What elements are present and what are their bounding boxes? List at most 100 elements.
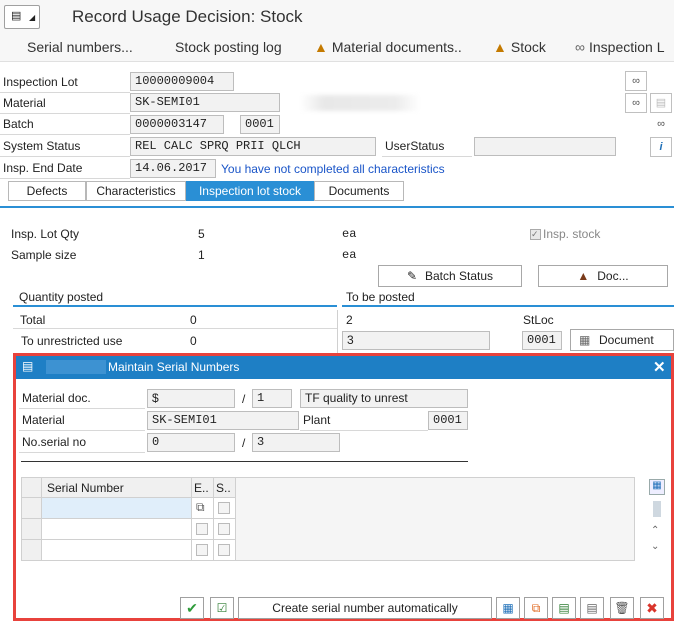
row-selector[interactable] <box>22 519 42 540</box>
separator-slash: / <box>242 436 246 450</box>
display-material-icon[interactable]: ∞ <box>625 93 647 113</box>
unrestricted-label: To unrestricted use <box>21 334 123 348</box>
glasses-icon: ∞ <box>575 39 585 55</box>
column-settings-icon[interactable]: ▦ <box>649 479 665 495</box>
hat-icon: ▲ <box>577 269 590 283</box>
scroll-down-icon[interactable]: ⌄ <box>651 541 659 552</box>
dialog-header: ▤ Maintain Serial Numbers ✕ <box>16 356 671 379</box>
divider <box>13 305 337 307</box>
inspection-lot-field[interactable]: 10000009004 <box>130 72 234 91</box>
document-button[interactable]: ▦ Document <box>570 329 674 351</box>
dialog-title: Maintain Serial Numbers <box>108 360 240 374</box>
checkbox[interactable] <box>196 544 208 556</box>
material-doc-desc-field: TF quality to unrest <box>300 389 468 408</box>
quantity-posted-heading: Quantity posted <box>19 290 104 304</box>
batch-status-button[interactable]: ✎ Batch Status <box>378 265 522 287</box>
dropdown-icon: ◢ <box>29 13 36 22</box>
copy-icon[interactable]: ⧉ <box>196 500 205 515</box>
divider <box>21 461 468 462</box>
stock-posting-log-button[interactable]: Stock posting log <box>175 39 282 55</box>
batch-label: Batch <box>0 114 130 135</box>
menu-button[interactable]: ▤ ◢ <box>4 5 40 29</box>
doc-button[interactable]: ▲ Doc... <box>538 265 668 287</box>
serial-number-input[interactable] <box>42 540 192 561</box>
divider <box>337 310 338 354</box>
stock-button[interactable]: ▲ Stock <box>493 39 546 55</box>
serial-number-input[interactable] <box>42 498 192 519</box>
scroll-thumb[interactable] <box>653 501 661 517</box>
divider <box>13 328 337 329</box>
scroll-up-icon[interactable]: ⌃ <box>651 525 659 536</box>
lot-qty-unit: ea <box>342 227 357 241</box>
insp-stock-checkbox[interactable]: ✓ Insp. stock <box>530 227 600 241</box>
checkbox-icon: ✓ <box>530 229 541 241</box>
create-serial-auto-button[interactable]: Create serial number automatically <box>238 597 492 619</box>
tab-documents[interactable]: Documents <box>314 181 404 201</box>
stloc-field[interactable]: 0001 <box>522 331 562 350</box>
tab-inspection-lot-stock[interactable]: Inspection lot stock <box>186 181 314 201</box>
column-header-s[interactable]: S.. <box>214 478 236 498</box>
batch-field[interactable]: 0000003147 <box>130 115 224 134</box>
trash-icon[interactable]: 🗑 <box>610 597 634 619</box>
copy-icon[interactable]: ⧉ <box>524 597 548 619</box>
info-icon[interactable]: i <box>650 137 672 157</box>
system-status-label: System Status <box>0 136 130 157</box>
select-all-cell[interactable] <box>22 478 42 498</box>
close-icon[interactable]: ✕ <box>653 358 666 376</box>
table-settings-icon[interactable]: ▦ <box>496 597 520 619</box>
checkbox[interactable] <box>196 523 208 535</box>
column-header-serial[interactable]: Serial Number <box>42 478 192 498</box>
total-label: Total <box>20 313 46 327</box>
serial-no-field: 0 <box>147 433 235 452</box>
table-cell <box>214 519 236 540</box>
material-doc-item-field[interactable]: 1 <box>252 389 292 408</box>
check-serial-icon[interactable]: ☑ <box>210 597 234 619</box>
row-selector[interactable] <box>22 498 42 519</box>
user-status-field[interactable] <box>474 137 616 156</box>
material-field[interactable]: SK-SEMI01 <box>130 93 280 112</box>
total-value: 0 <box>190 313 197 327</box>
material-documents-button[interactable]: ▲ Material documents.. <box>314 39 462 55</box>
checkbox[interactable] <box>218 544 230 556</box>
column-header-e[interactable]: E.. <box>192 478 214 498</box>
divider <box>342 305 674 307</box>
application-toolbar: Serial numbers... Stock posting log ▲ Mat… <box>0 34 674 62</box>
sample-size-label: Sample size <box>11 248 77 262</box>
unrestricted-post-field[interactable]: 3 <box>342 331 490 350</box>
menu-icon: ▤ <box>11 10 22 22</box>
delete-row-icon[interactable]: ▤ <box>580 597 604 619</box>
confirm-icon[interactable]: ✔ <box>180 597 204 619</box>
sample-size-unit: ea <box>342 248 357 262</box>
pencil-icon: ✎ <box>406 269 417 283</box>
lot-qty-label: Insp. Lot Qty <box>11 227 80 241</box>
checkbox[interactable] <box>218 523 230 535</box>
window-icon: ▤ <box>22 359 34 373</box>
inspection-button[interactable]: ∞ Inspection L <box>575 39 664 55</box>
dialog-material-label: Material <box>19 410 145 431</box>
insp-end-date-field[interactable]: 14.06.2017 <box>130 159 216 178</box>
total-post-value: 2 <box>346 313 353 327</box>
tab-characteristics[interactable]: Characteristics <box>86 181 186 201</box>
display-batch-icon[interactable]: ∞ <box>650 115 672 135</box>
batch-plant-field[interactable]: 0001 <box>240 115 280 134</box>
page-title: Record Usage Decision: Stock <box>72 7 303 26</box>
checkbox[interactable] <box>218 502 230 514</box>
maintain-serial-dialog: ▤ Maintain Serial Numbers ✕ Material doc… <box>13 353 674 621</box>
cancel-icon[interactable]: ✖ <box>640 597 664 619</box>
insert-row-icon[interactable]: ▤ <box>552 597 576 619</box>
stloc-label: StLoc <box>523 313 554 327</box>
redacted-text <box>300 95 420 111</box>
material-doc-field[interactable]: $ <box>147 389 235 408</box>
serial-number-table: Serial Number E.. S.. ⧉ <box>21 477 635 561</box>
row-selector[interactable] <box>22 540 42 561</box>
plant-label: Plant <box>300 410 428 431</box>
document-icon: ▦ <box>579 333 591 347</box>
copy-icon[interactable]: ▤ <box>650 93 672 113</box>
serial-number-input[interactable] <box>42 519 192 540</box>
display-lot-icon[interactable]: ∞ <box>625 71 647 91</box>
tab-defects[interactable]: Defects <box>8 181 86 201</box>
table-scrollbar[interactable]: ▦ ⌃ ⌄ <box>649 477 667 561</box>
table-cell: ⧉ <box>192 498 214 519</box>
serial-numbers-button[interactable]: Serial numbers... <box>27 39 133 55</box>
chart-icon: ▲ <box>493 39 507 55</box>
